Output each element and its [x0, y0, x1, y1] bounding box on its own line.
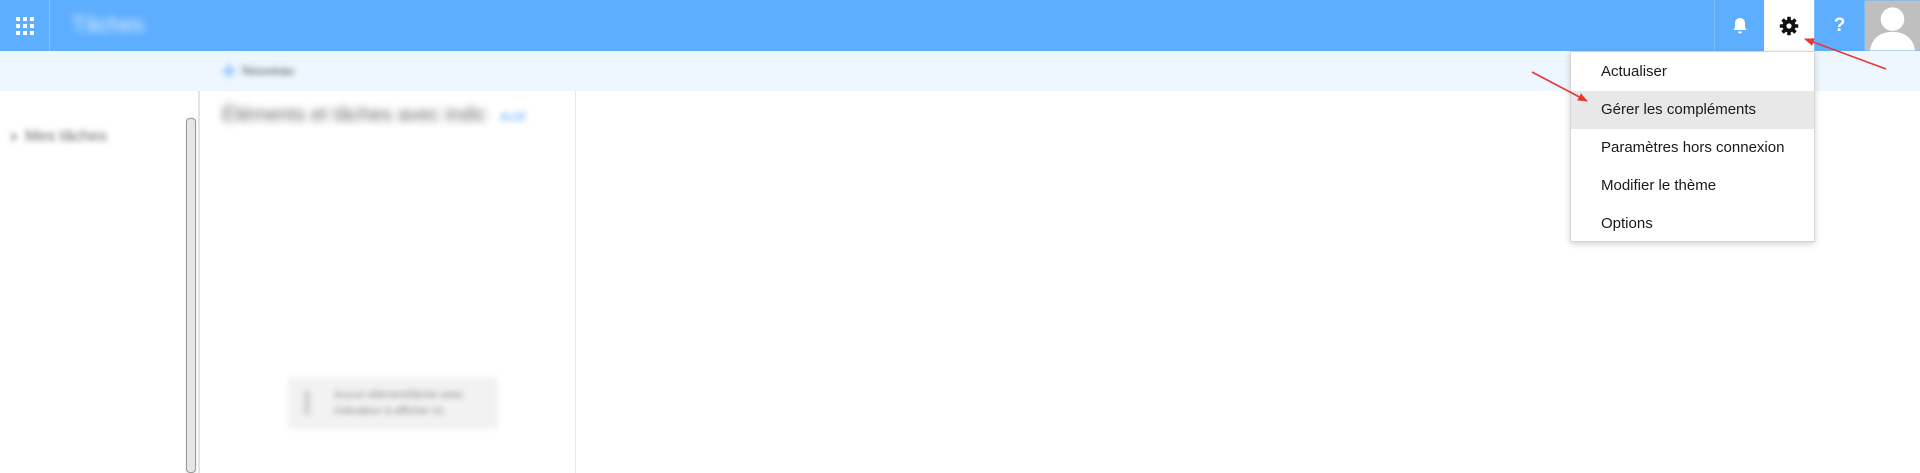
folder-scrollbar[interactable]: [186, 118, 196, 473]
menu-item-offline-settings[interactable]: Paramètres hors connexion: [1571, 129, 1814, 167]
task-list-pane: Éléments et tâches avec indic Actif Aucu…: [200, 91, 575, 473]
settings-dropdown-menu: Actualiser Gérer les compléments Paramèt…: [1570, 51, 1815, 242]
menu-item-options[interactable]: Options: [1571, 205, 1814, 243]
plus-icon: [222, 63, 236, 78]
notifications-button[interactable]: [1714, 0, 1764, 51]
empty-state-message: Aucun élément/tâche avec indicateur à af…: [288, 377, 498, 429]
settings-button[interactable]: [1764, 0, 1814, 51]
menu-item-change-theme[interactable]: Modifier le thème: [1571, 167, 1814, 205]
bell-icon: [1733, 17, 1746, 33]
folder-item-my-tasks[interactable]: Mes tâches: [12, 128, 107, 146]
gear-icon: [1779, 16, 1799, 35]
empty-state-icon: [304, 391, 310, 415]
list-divider: [575, 91, 576, 473]
app-launcher-button[interactable]: [0, 0, 50, 51]
folder-pane: Mes tâches: [0, 91, 198, 473]
top-header-bar: Tâches ?: [0, 0, 1920, 51]
folder-item-label: Mes tâches: [25, 128, 107, 145]
task-filter-dropdown[interactable]: Actif: [500, 109, 525, 124]
app-title: Tâches: [72, 12, 145, 37]
user-avatar-icon: [1865, 0, 1920, 51]
menu-item-refresh[interactable]: Actualiser: [1571, 53, 1814, 91]
help-button[interactable]: ?: [1814, 0, 1864, 51]
new-task-button[interactable]: Nouveau: [222, 63, 294, 78]
chevron-right-icon: [12, 133, 17, 141]
menu-item-manage-addins[interactable]: Gérer les compléments: [1571, 91, 1814, 129]
user-avatar-button[interactable]: [1864, 0, 1920, 51]
empty-state-text: Aucun élément/tâche avec indicateur à af…: [334, 389, 464, 417]
new-task-label: Nouveau: [242, 63, 295, 78]
app-launcher-icon: [15, 16, 34, 35]
help-icon: ?: [1833, 14, 1846, 36]
task-list-header: Éléments et tâches avec indic: [222, 104, 487, 126]
